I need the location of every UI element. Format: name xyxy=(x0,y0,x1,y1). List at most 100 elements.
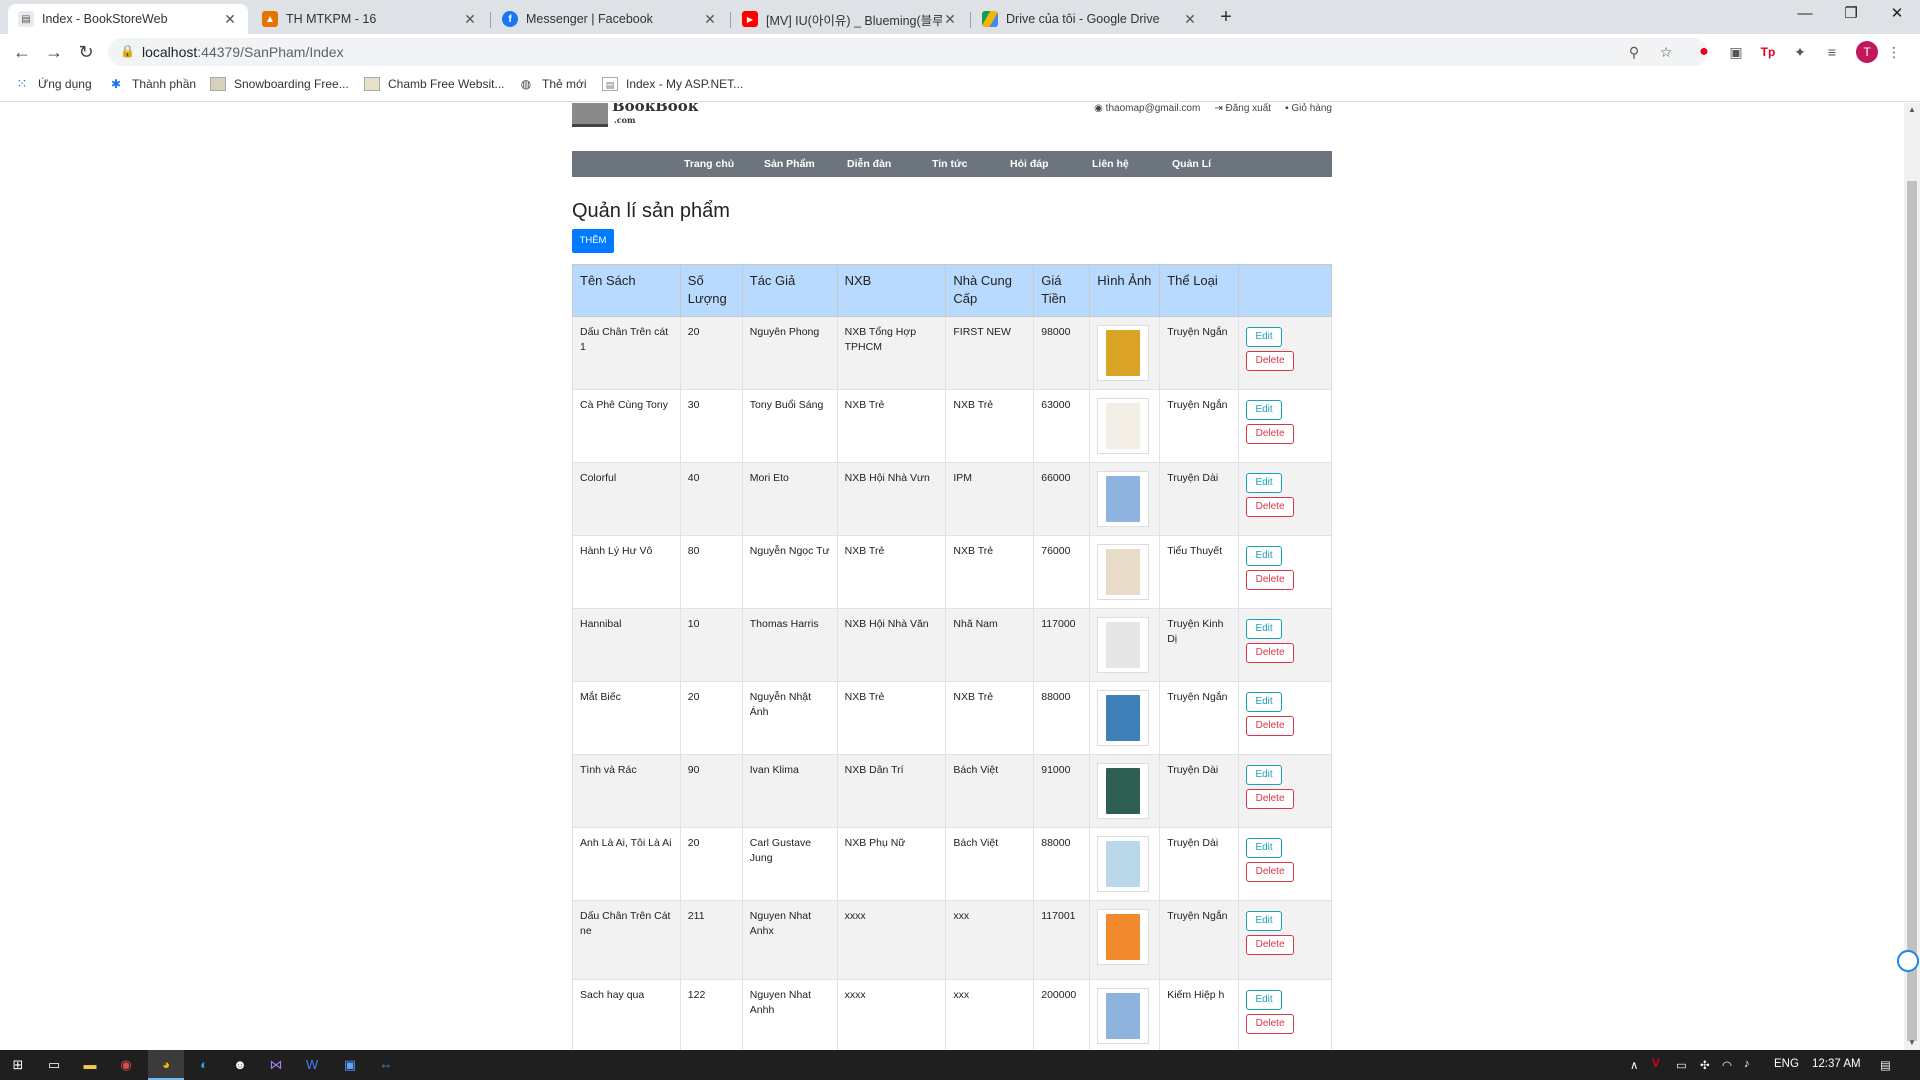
tab-messenger[interactable]: f Messenger | Facebook ✕ xyxy=(492,4,728,34)
battery-icon[interactable]: ▭ xyxy=(1676,1058,1687,1072)
delete-button[interactable]: Delete xyxy=(1246,862,1295,882)
url-text[interactable]: localhost:44379/SanPham/Index xyxy=(142,44,344,60)
scroll-up-arrow-icon[interactable]: ▲ xyxy=(1904,103,1920,117)
zoom-icon[interactable]: ⚲ xyxy=(1624,42,1644,62)
tray-v-icon[interactable]: V xyxy=(1652,1058,1660,1070)
teamviewer-taskbar-icon[interactable]: ⇔ xyxy=(376,1055,396,1075)
reading-list-icon[interactable]: ≡ xyxy=(1822,42,1842,62)
windows-start-icon[interactable]: ⊞ xyxy=(8,1055,28,1075)
quantity-cell: 20 xyxy=(679,316,743,390)
close-tab-icon[interactable]: ✕ xyxy=(462,11,478,28)
delete-button[interactable]: Delete xyxy=(1246,497,1295,517)
visual-studio-icon[interactable]: ⋈ xyxy=(266,1055,286,1075)
bookmark-thanh-phan[interactable]: ✱ Thành phần xyxy=(108,77,196,91)
clock[interactable]: 12:37 AM xyxy=(1812,1058,1861,1070)
bookmark-the-moi[interactable]: ◍ Thẻ mới xyxy=(518,77,587,91)
word-icon[interactable]: W xyxy=(302,1055,322,1075)
cart-link[interactable]: ▪ Giỏ hàng xyxy=(1285,103,1332,114)
cover-art xyxy=(1106,914,1141,960)
page-scrollbar[interactable]: ▲ ▼ xyxy=(1904,103,1920,1050)
minimize-button[interactable]: — xyxy=(1782,0,1828,30)
delete-button[interactable]: Delete xyxy=(1246,935,1295,955)
network-icon[interactable]: ◠ xyxy=(1722,1058,1732,1072)
column-header: Tác Giả xyxy=(741,264,838,317)
delete-button[interactable]: Delete xyxy=(1246,351,1295,371)
language-indicator[interactable]: ENG xyxy=(1774,1058,1799,1070)
bookmark-index-asp[interactable]: ▤ Index - My ASP.NET... xyxy=(602,77,743,91)
reload-icon[interactable]: ↻ xyxy=(74,40,98,64)
logout-link[interactable]: ⇥ Đăng xuất xyxy=(1214,103,1271,114)
file-explorer-icon[interactable]: ▬ xyxy=(80,1055,100,1075)
delete-button[interactable]: Delete xyxy=(1246,424,1295,444)
nav-trang-chu[interactable]: Trang chủ xyxy=(684,158,734,170)
delete-button[interactable]: Delete xyxy=(1246,789,1295,809)
edge-icon[interactable]: ◐ xyxy=(194,1055,214,1075)
opera-extension-icon[interactable]: ● xyxy=(1694,42,1714,62)
edit-button[interactable]: Edit xyxy=(1246,765,1283,785)
address-bar[interactable]: 🔒 localhost:44379/SanPham/Index ⚲ ☆ xyxy=(108,38,1708,66)
scroll-down-arrow-icon[interactable]: ▼ xyxy=(1904,1036,1920,1050)
nav-san-pham[interactable]: Sản Phẩm xyxy=(764,158,815,170)
nav-lien-he[interactable]: Liên hệ xyxy=(1092,158,1129,170)
bookmark-chamb[interactable]: Chamb Free Websit... xyxy=(364,77,504,91)
delete-button[interactable]: Delete xyxy=(1246,570,1295,590)
edit-button[interactable]: Edit xyxy=(1246,911,1283,931)
tab-title: Drive của tôi - Google Drive xyxy=(1006,12,1160,26)
delete-button[interactable]: Delete xyxy=(1246,643,1295,663)
actions-cell: Edit Delete xyxy=(1238,900,1332,980)
close-window-button[interactable]: ✕ xyxy=(1874,0,1920,30)
app-face-icon[interactable]: ☻ xyxy=(230,1055,250,1075)
edit-button[interactable]: Edit xyxy=(1246,400,1283,420)
tab-google-drive[interactable]: Drive của tôi - Google Drive ✕ xyxy=(972,4,1208,34)
tab-youtube[interactable]: ▶ [MV] IU(아이유) _ Blueming(블루 ✕ xyxy=(732,4,968,34)
nav-hoi-dap[interactable]: Hỏi đáp xyxy=(1010,158,1049,170)
puzzle-extensions-icon[interactable]: ✦ xyxy=(1790,42,1810,62)
facebook-extension-icon[interactable]: ▣ xyxy=(1726,42,1746,62)
teamviewer-icon[interactable] xyxy=(1897,950,1919,972)
bookmark-star-icon[interactable]: ☆ xyxy=(1656,42,1676,62)
delete-button[interactable]: Delete xyxy=(1246,1014,1295,1034)
bookmark-snowboarding[interactable]: Snowboarding Free... xyxy=(210,77,349,91)
edit-button[interactable]: Edit xyxy=(1246,990,1283,1010)
edit-button[interactable]: Edit xyxy=(1246,619,1283,639)
forward-arrow-icon[interactable]: → xyxy=(42,40,66,64)
nav-tin-tuc[interactable]: Tin tức xyxy=(932,158,967,170)
nav-dien-dan[interactable]: Diễn đàn xyxy=(847,158,891,170)
app-circle-icon[interactable]: ◉ xyxy=(116,1055,136,1075)
notifications-icon[interactable]: ▤ xyxy=(1880,1058,1891,1072)
edit-button[interactable]: Edit xyxy=(1246,473,1283,493)
bookmark-apps[interactable]: ⁙ Ứng dụng xyxy=(14,77,92,92)
tab-th-mtkpm[interactable]: ▲ TH MTKPM - 16 ✕ xyxy=(252,4,488,34)
tp-extension-icon[interactable]: Tp xyxy=(1758,42,1778,62)
user-email-link[interactable]: ◉ thaomap@gmail.com xyxy=(1094,103,1200,114)
edit-button[interactable]: Edit xyxy=(1246,546,1283,566)
close-tab-icon[interactable]: ✕ xyxy=(1182,11,1198,28)
edit-button[interactable]: Edit xyxy=(1246,692,1283,712)
close-tab-icon[interactable]: ✕ xyxy=(942,11,958,28)
back-arrow-icon[interactable]: ← xyxy=(10,40,34,64)
close-tab-icon[interactable]: ✕ xyxy=(702,11,718,28)
nav-quan-li[interactable]: Quản Lí xyxy=(1172,158,1211,170)
new-tab-button[interactable]: + xyxy=(1214,6,1238,30)
volume-icon[interactable]: ♪ xyxy=(1744,1058,1750,1070)
edit-button[interactable]: Edit xyxy=(1246,838,1283,858)
cover-cell xyxy=(1089,900,1161,980)
tab-index-bookstoreweb[interactable]: ▤ Index - BookStoreWeb ✕ xyxy=(8,4,248,34)
tray-chevron-icon[interactable]: ∧ xyxy=(1630,1058,1638,1072)
tray-app-icon[interactable]: ✣ xyxy=(1700,1058,1710,1072)
avatar[interactable]: T xyxy=(1856,41,1878,63)
task-view-icon[interactable]: ▭ xyxy=(44,1055,64,1075)
delete-button[interactable]: Delete xyxy=(1246,716,1295,736)
more-menu-icon[interactable]: ⋮ xyxy=(1884,42,1904,62)
edit-button[interactable]: Edit xyxy=(1246,327,1283,347)
column-header: NXB xyxy=(836,264,947,317)
image-app-icon[interactable]: ▣ xyxy=(340,1055,360,1075)
site-logo[interactable]: BookBook .com xyxy=(572,103,698,127)
scrollbar-thumb[interactable] xyxy=(1907,181,1917,1041)
column-header xyxy=(1238,264,1332,317)
close-tab-icon[interactable]: ✕ xyxy=(222,11,238,28)
add-product-button[interactable]: THÊM xyxy=(572,229,614,253)
chrome-icon[interactable]: ◕ xyxy=(156,1055,176,1075)
restore-button[interactable]: ❐ xyxy=(1828,0,1874,30)
table-row: Colorful 40 Mori Eto NXB Hội Nhà Vưn IPM 6600… xyxy=(572,462,1332,536)
